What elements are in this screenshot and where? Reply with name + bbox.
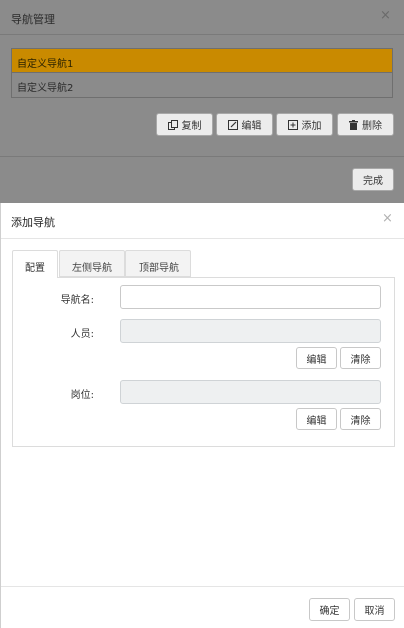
nav-name-input[interactable] (120, 285, 381, 309)
edit-label: 编辑 (241, 121, 262, 132)
edit-button[interactable]: 编辑 (216, 113, 273, 136)
dialog-title: 添加导航 (11, 216, 55, 229)
add-button[interactable]: 添加 (276, 113, 333, 136)
tab-config-label: 配置 (25, 263, 45, 274)
tab-left-nav-label: 左侧导航 (72, 263, 112, 274)
person-clear-label: 清除 (350, 354, 371, 366)
background-close-icon[interactable]: × (380, 8, 391, 23)
add-nav-dialog: 添加导航 × 配置 左侧导航 顶部导航 导航名: 人员: 编辑 清除 岗位: 编… (0, 203, 404, 628)
cancel-button[interactable]: 取消 (354, 598, 395, 621)
person-edit-label: 编辑 (306, 354, 327, 366)
tab-config[interactable]: 配置 (12, 250, 58, 278)
post-edit-label: 编辑 (306, 415, 327, 427)
delete-label: 删除 (362, 121, 382, 132)
ok-button[interactable]: 确定 (309, 598, 350, 621)
list-item-label: 自定义导航2 (17, 83, 74, 94)
tab-top-nav-label: 顶部导航 (139, 263, 179, 274)
copy-button[interactable]: 复制 (156, 113, 213, 136)
edit-icon (227, 119, 238, 130)
nav-name-label: 导航名: (60, 295, 94, 306)
tab-left-nav[interactable]: 左侧导航 (59, 250, 125, 277)
person-edit-button[interactable]: 编辑 (296, 347, 337, 369)
post-label: 岗位: (70, 390, 94, 401)
copy-icon (167, 119, 178, 130)
person-field (120, 319, 381, 343)
cancel-label: 取消 (364, 606, 385, 617)
background-dialog: 导航管理 × 自定义导航1 自定义导航2 复制 编辑 添加 删除 完成 (0, 0, 404, 203)
add-icon (287, 119, 298, 130)
delete-button[interactable]: 删除 (337, 113, 394, 136)
list-item[interactable]: 自定义导航2 (12, 73, 392, 97)
divider (1, 238, 404, 239)
background-dialog-title: 导航管理 (11, 13, 55, 26)
post-edit-button[interactable]: 编辑 (296, 408, 337, 430)
tab-top-nav[interactable]: 顶部导航 (125, 250, 191, 277)
add-label: 添加 (301, 121, 322, 132)
divider (0, 34, 404, 35)
divider (1, 586, 404, 587)
person-clear-button[interactable]: 清除 (340, 347, 381, 369)
nav-list: 自定义导航1 自定义导航2 (11, 48, 393, 98)
post-clear-label: 清除 (350, 415, 371, 427)
list-item[interactable]: 自定义导航1 (12, 49, 392, 73)
ok-label: 确定 (319, 606, 340, 617)
list-item-label: 自定义导航1 (17, 59, 74, 70)
person-label: 人员: (70, 329, 94, 340)
finish-label: 完成 (363, 176, 383, 187)
post-clear-button[interactable]: 清除 (340, 408, 381, 430)
copy-label: 复制 (181, 121, 202, 132)
post-field (120, 380, 381, 404)
trash-icon (349, 119, 358, 130)
finish-button[interactable]: 完成 (352, 168, 394, 191)
close-icon[interactable]: × (382, 211, 393, 226)
divider (0, 156, 404, 157)
